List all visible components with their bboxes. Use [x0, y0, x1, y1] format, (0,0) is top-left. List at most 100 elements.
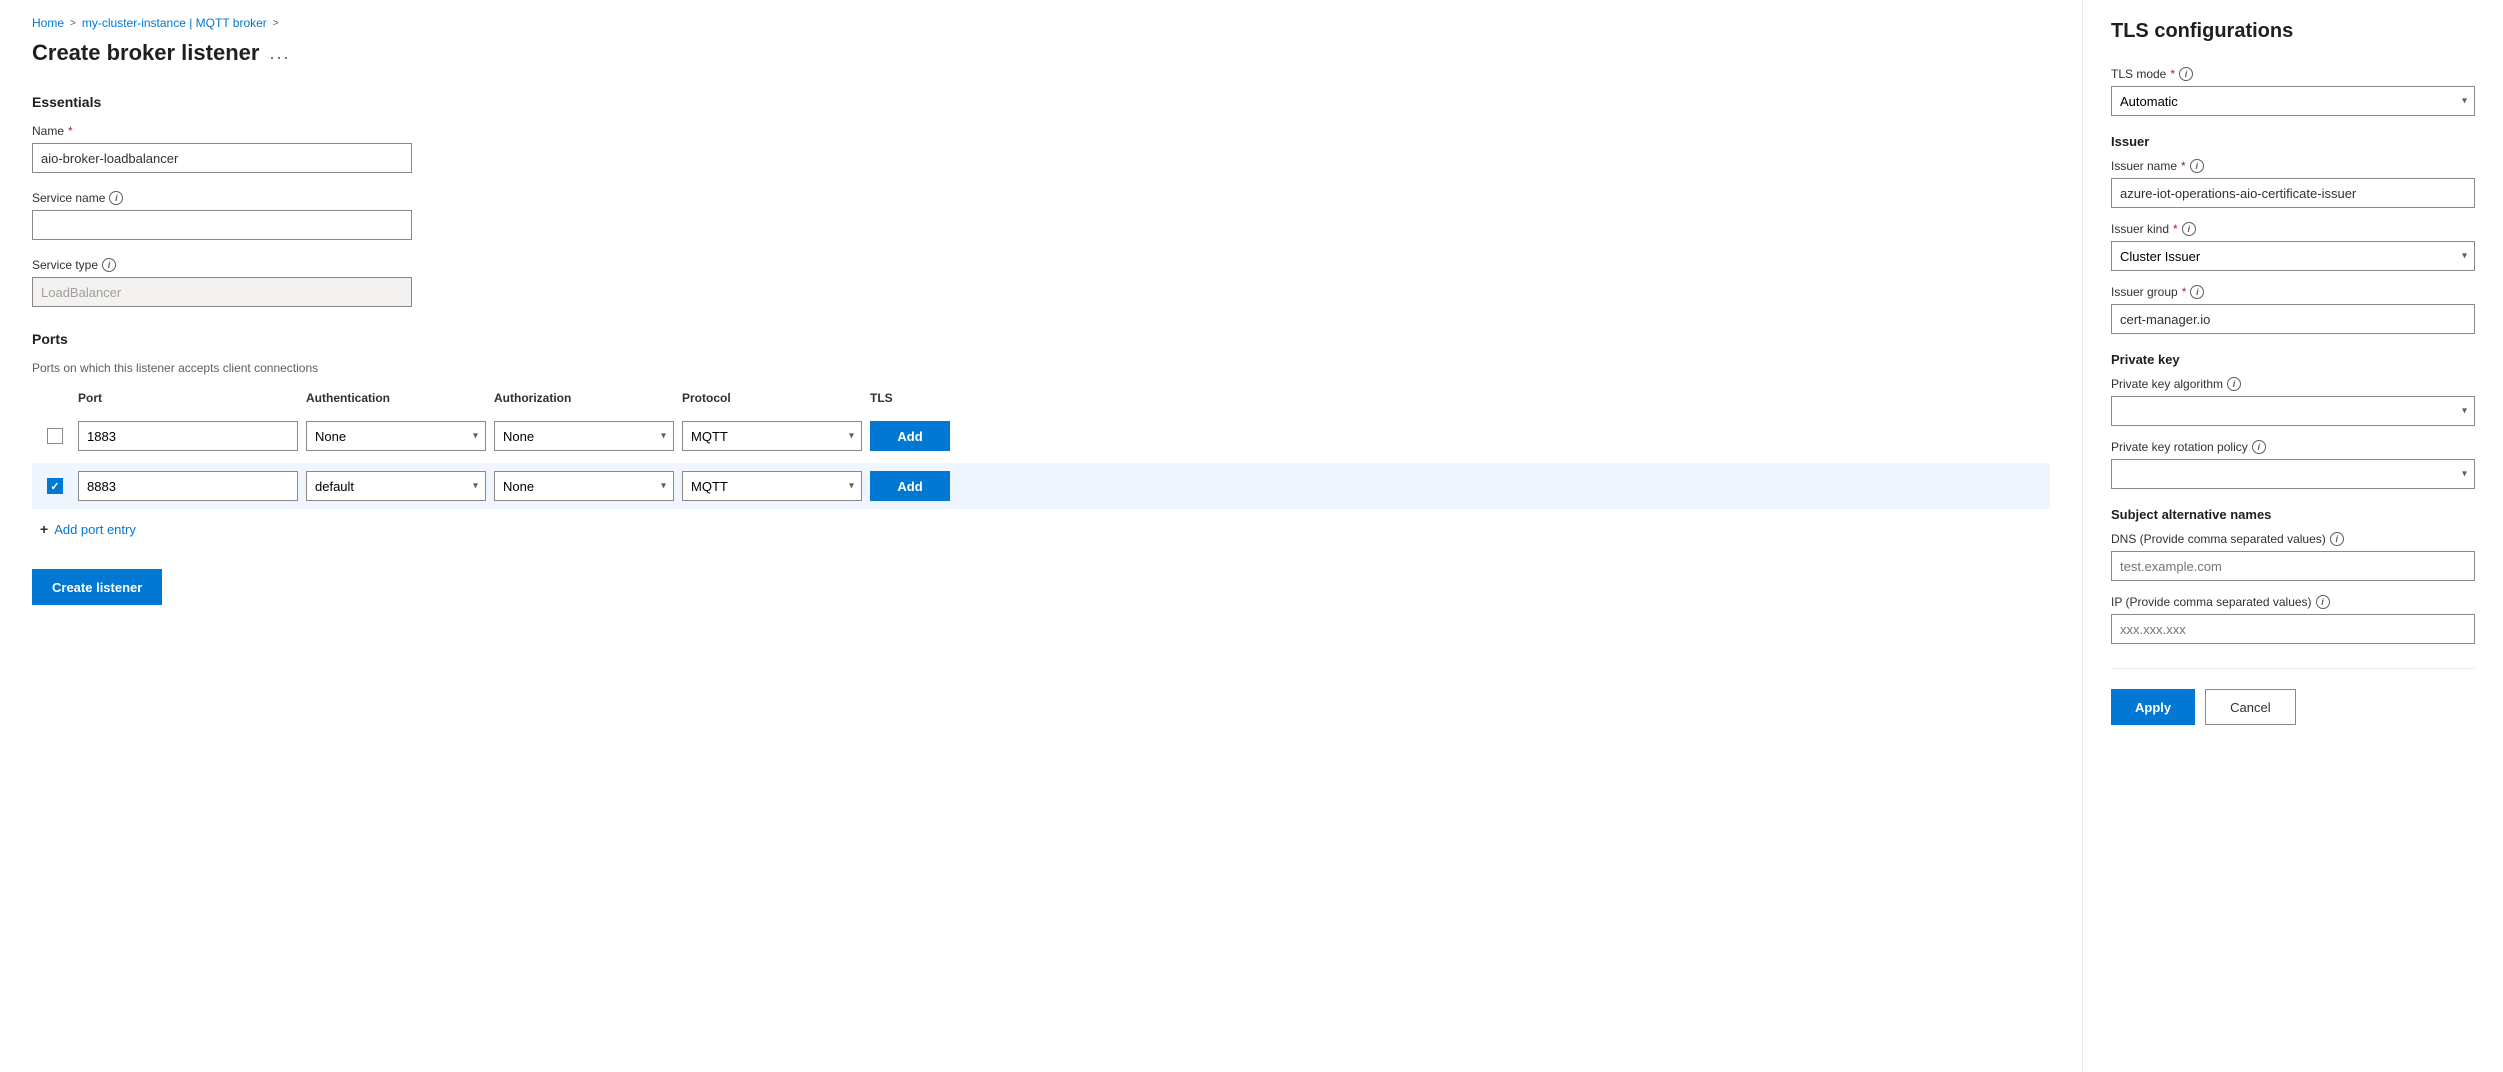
- private-key-rotation-info-icon[interactable]: i: [2252, 440, 2266, 454]
- dns-info-icon[interactable]: i: [2330, 532, 2344, 546]
- issuer-kind-select[interactable]: Cluster Issuer Issuer: [2111, 241, 2475, 271]
- private-key-rotation-select[interactable]: [2111, 459, 2475, 489]
- ports-table-header: Port Authentication Authorization Protoc…: [32, 391, 2050, 413]
- issuer-name-label: Issuer name * i: [2111, 159, 2475, 173]
- tls-mode-label: TLS mode * i: [2111, 67, 2475, 81]
- port-row-2-authz-wrapper: None ▾: [494, 471, 674, 501]
- dns-input[interactable]: [2111, 551, 2475, 581]
- service-type-info-icon[interactable]: i: [102, 258, 116, 272]
- ip-input[interactable]: [2111, 614, 2475, 644]
- tls-mode-required: *: [2170, 67, 2175, 81]
- issuer-group-field: Issuer group * i: [2111, 285, 2475, 334]
- private-key-rotation-wrapper: ▾: [2111, 459, 2475, 489]
- port-row-1-protocol-select[interactable]: MQTT: [682, 421, 862, 451]
- name-input[interactable]: [32, 143, 412, 173]
- private-key-rotation-label: Private key rotation policy i: [2111, 440, 2475, 454]
- dns-label: DNS (Provide comma separated values) i: [2111, 532, 2475, 546]
- port-row-1: None default ▾ None ▾ MQTT ▾ Add: [32, 413, 2050, 459]
- issuer-group-info-icon[interactable]: i: [2190, 285, 2204, 299]
- issuer-group-input[interactable]: [2111, 304, 2475, 334]
- page-title-row: Create broker listener ...: [32, 40, 2050, 66]
- add-port-plus-icon: +: [40, 521, 48, 537]
- add-port-link[interactable]: Add port entry: [54, 522, 136, 537]
- col-authentication: Authentication: [306, 391, 486, 405]
- issuer-kind-info-icon[interactable]: i: [2182, 222, 2196, 236]
- issuer-name-input[interactable]: [2111, 178, 2475, 208]
- issuer-kind-field: Issuer kind * i Cluster Issuer Issuer ▾: [2111, 222, 2475, 271]
- port-row-1-authz-select[interactable]: None: [494, 421, 674, 451]
- private-key-rotation-field: Private key rotation policy i ▾: [2111, 440, 2475, 489]
- ip-label: IP (Provide comma separated values) i: [2111, 595, 2475, 609]
- service-name-field-group: Service name i: [32, 191, 2050, 240]
- tls-mode-select[interactable]: Automatic Manual Disabled: [2111, 86, 2475, 116]
- tls-mode-field: TLS mode * i Automatic Manual Disabled ▾: [2111, 67, 2475, 116]
- breadcrumb-cluster[interactable]: my-cluster-instance | MQTT broker: [82, 16, 267, 30]
- port-row-2-auth-wrapper: None default ▾: [306, 471, 486, 501]
- page-title: Create broker listener: [32, 40, 259, 66]
- private-key-algorithm-field: Private key algorithm i ▾: [2111, 377, 2475, 426]
- col-protocol: Protocol: [682, 391, 862, 405]
- issuer-kind-label: Issuer kind * i: [2111, 222, 2475, 236]
- port-row-1-checkbox-wrapper: [40, 428, 70, 444]
- port-row-2-port-input[interactable]: [78, 471, 298, 501]
- ports-title: Ports: [32, 331, 2050, 347]
- port-row-2-protocol-select[interactable]: MQTT: [682, 471, 862, 501]
- tls-panel-title: TLS configurations: [2111, 20, 2475, 43]
- service-name-info-icon[interactable]: i: [109, 191, 123, 205]
- private-key-algorithm-wrapper: ▾: [2111, 396, 2475, 426]
- private-key-section-title: Private key: [2111, 352, 2475, 367]
- apply-button[interactable]: Apply: [2111, 689, 2195, 725]
- breadcrumb-home[interactable]: Home: [32, 16, 64, 30]
- port-row-2-protocol-wrapper: MQTT ▾: [682, 471, 862, 501]
- private-key-algorithm-select[interactable]: [2111, 396, 2475, 426]
- port-row-1-auth-select[interactable]: None default: [306, 421, 486, 451]
- name-required: *: [68, 124, 73, 138]
- name-field-group: Name *: [32, 124, 2050, 173]
- cancel-button[interactable]: Cancel: [2205, 689, 2295, 725]
- port-row-1-add-button[interactable]: Add: [870, 421, 950, 451]
- service-name-input[interactable]: [32, 210, 412, 240]
- port-row-1-auth-wrapper: None default ▾: [306, 421, 486, 451]
- tls-panel: TLS configurations TLS mode * i Automati…: [2083, 0, 2503, 1072]
- private-key-algorithm-info-icon[interactable]: i: [2227, 377, 2241, 391]
- service-name-label: Service name i: [32, 191, 2050, 205]
- port-row-2-checkbox[interactable]: [47, 478, 63, 494]
- left-panel: Home > my-cluster-instance | MQTT broker…: [0, 0, 2083, 1072]
- ip-info-icon[interactable]: i: [2316, 595, 2330, 609]
- private-key-algorithm-label: Private key algorithm i: [2111, 377, 2475, 391]
- service-type-input: [32, 277, 412, 307]
- breadcrumb-sep2: >: [273, 18, 279, 29]
- service-type-label: Service type i: [32, 258, 2050, 272]
- issuer-group-label: Issuer group * i: [2111, 285, 2475, 299]
- issuer-name-info-icon[interactable]: i: [2190, 159, 2204, 173]
- port-row-1-port-input[interactable]: [78, 421, 298, 451]
- panel-actions: Apply Cancel: [2111, 668, 2475, 725]
- tls-mode-info-icon[interactable]: i: [2179, 67, 2193, 81]
- port-row-1-protocol-wrapper: MQTT ▾: [682, 421, 862, 451]
- port-row-2-add-button[interactable]: Add: [870, 471, 950, 501]
- col-authorization: Authorization: [494, 391, 674, 405]
- create-listener-button[interactable]: Create listener: [32, 569, 162, 605]
- dns-field: DNS (Provide comma separated values) i: [2111, 532, 2475, 581]
- more-options-icon[interactable]: ...: [269, 43, 290, 64]
- port-row-1-checkbox[interactable]: [47, 428, 63, 444]
- issuer-name-field: Issuer name * i: [2111, 159, 2475, 208]
- issuer-group-required: *: [2182, 285, 2187, 299]
- breadcrumb: Home > my-cluster-instance | MQTT broker…: [32, 16, 2050, 30]
- service-type-field-group: Service type i: [32, 258, 2050, 307]
- name-label: Name *: [32, 124, 2050, 138]
- issuer-section-title: Issuer: [2111, 134, 2475, 149]
- port-row-1-authz-wrapper: None ▾: [494, 421, 674, 451]
- col-port: Port: [78, 391, 298, 405]
- essentials-section: Essentials Name * Service name i Service…: [32, 94, 2050, 307]
- port-row-2-checkbox-wrapper: [40, 478, 70, 494]
- port-row-2-authz-select[interactable]: None: [494, 471, 674, 501]
- ports-section: Ports Ports on which this listener accep…: [32, 331, 2050, 537]
- breadcrumb-sep1: >: [70, 18, 76, 29]
- add-port-row: + Add port entry: [32, 521, 2050, 537]
- col-tls: TLS: [870, 391, 950, 405]
- essentials-title: Essentials: [32, 94, 2050, 110]
- port-row-2: None default ▾ None ▾ MQTT ▾ Add: [32, 463, 2050, 509]
- san-section-title: Subject alternative names: [2111, 507, 2475, 522]
- port-row-2-auth-select[interactable]: None default: [306, 471, 486, 501]
